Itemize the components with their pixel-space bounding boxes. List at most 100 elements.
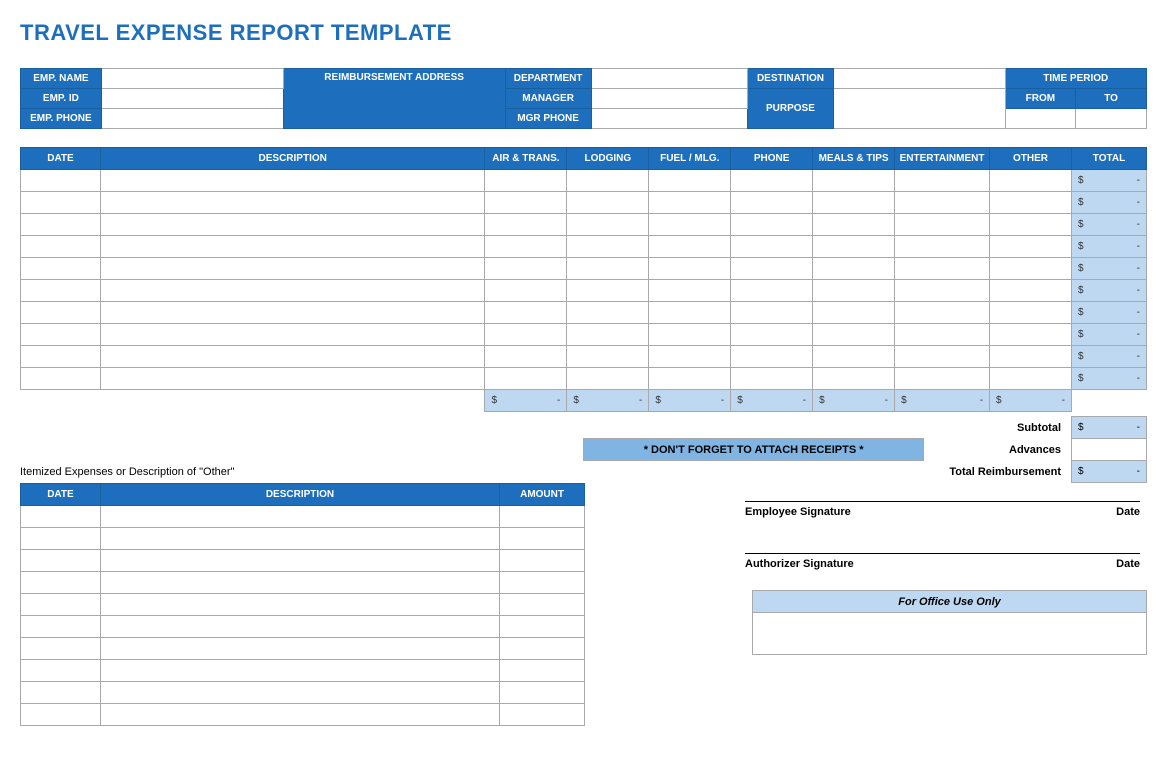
itemized-cell[interactable] (100, 704, 499, 726)
expense-cell[interactable] (21, 192, 101, 214)
expense-cell[interactable] (990, 302, 1072, 324)
expense-cell[interactable] (649, 346, 731, 368)
expense-cell[interactable] (485, 280, 567, 302)
expense-cell[interactable] (813, 280, 895, 302)
expense-cell[interactable] (485, 214, 567, 236)
expense-cell[interactable] (895, 280, 990, 302)
expense-cell[interactable] (567, 236, 649, 258)
expense-cell[interactable] (731, 258, 813, 280)
itemized-cell[interactable] (100, 616, 499, 638)
expense-cell[interactable] (990, 236, 1072, 258)
itemized-cell[interactable] (21, 506, 101, 528)
expense-cell[interactable] (21, 368, 101, 390)
expense-cell[interactable] (895, 302, 990, 324)
expense-cell[interactable] (731, 170, 813, 192)
expense-cell[interactable] (21, 302, 101, 324)
itemized-cell[interactable] (21, 594, 101, 616)
expense-cell[interactable] (990, 368, 1072, 390)
expense-cell[interactable] (100, 214, 485, 236)
itemized-cell[interactable] (500, 506, 585, 528)
advances-input[interactable] (1072, 439, 1147, 461)
expense-cell[interactable] (567, 280, 649, 302)
mgr-phone-input[interactable] (591, 109, 748, 129)
itemized-cell[interactable] (21, 528, 101, 550)
manager-input[interactable] (591, 89, 748, 109)
expense-cell[interactable] (731, 368, 813, 390)
expense-cell[interactable] (21, 236, 101, 258)
expense-cell[interactable] (990, 258, 1072, 280)
expense-cell[interactable] (731, 324, 813, 346)
expense-cell[interactable] (567, 368, 649, 390)
expense-cell[interactable] (567, 192, 649, 214)
expense-cell[interactable] (649, 170, 731, 192)
expense-cell[interactable] (21, 170, 101, 192)
expense-cell[interactable] (649, 280, 731, 302)
expense-cell[interactable] (895, 170, 990, 192)
expense-cell[interactable] (990, 324, 1072, 346)
expense-cell[interactable] (100, 170, 485, 192)
expense-cell[interactable] (485, 346, 567, 368)
expense-cell[interactable] (649, 236, 731, 258)
expense-cell[interactable] (731, 214, 813, 236)
itemized-cell[interactable] (500, 682, 585, 704)
expense-cell[interactable] (895, 368, 990, 390)
itemized-cell[interactable] (500, 660, 585, 682)
itemized-cell[interactable] (21, 704, 101, 726)
expense-cell[interactable] (813, 214, 895, 236)
emp-name-input[interactable] (101, 69, 283, 89)
itemized-cell[interactable] (500, 594, 585, 616)
itemized-cell[interactable] (21, 550, 101, 572)
department-input[interactable] (591, 69, 748, 89)
expense-cell[interactable] (21, 258, 101, 280)
expense-cell[interactable] (649, 324, 731, 346)
expense-cell[interactable] (813, 192, 895, 214)
expense-cell[interactable] (485, 192, 567, 214)
expense-cell[interactable] (895, 236, 990, 258)
office-use-body[interactable] (753, 613, 1147, 655)
expense-cell[interactable] (100, 236, 485, 258)
itemized-cell[interactable] (100, 660, 499, 682)
itemized-cell[interactable] (500, 704, 585, 726)
itemized-cell[interactable] (100, 550, 499, 572)
itemized-cell[interactable] (21, 572, 101, 594)
expense-cell[interactable] (100, 368, 485, 390)
expense-cell[interactable] (21, 346, 101, 368)
expense-cell[interactable] (100, 302, 485, 324)
expense-cell[interactable] (649, 368, 731, 390)
expense-cell[interactable] (567, 170, 649, 192)
purpose-input[interactable] (833, 89, 1005, 129)
itemized-cell[interactable] (500, 572, 585, 594)
expense-cell[interactable] (100, 346, 485, 368)
expense-cell[interactable] (731, 302, 813, 324)
expense-cell[interactable] (485, 258, 567, 280)
expense-cell[interactable] (895, 192, 990, 214)
expense-cell[interactable] (990, 346, 1072, 368)
expense-cell[interactable] (649, 214, 731, 236)
expense-cell[interactable] (813, 368, 895, 390)
expense-cell[interactable] (895, 346, 990, 368)
expense-cell[interactable] (731, 192, 813, 214)
expense-cell[interactable] (990, 280, 1072, 302)
to-input[interactable] (1076, 109, 1147, 129)
expense-cell[interactable] (567, 214, 649, 236)
expense-cell[interactable] (990, 170, 1072, 192)
itemized-cell[interactable] (100, 506, 499, 528)
expense-cell[interactable] (21, 324, 101, 346)
itemized-cell[interactable] (100, 682, 499, 704)
expense-cell[interactable] (731, 236, 813, 258)
expense-cell[interactable] (567, 346, 649, 368)
expense-cell[interactable] (813, 346, 895, 368)
itemized-cell[interactable] (500, 638, 585, 660)
expense-cell[interactable] (567, 258, 649, 280)
expense-cell[interactable] (485, 302, 567, 324)
itemized-cell[interactable] (500, 550, 585, 572)
expense-cell[interactable] (567, 302, 649, 324)
expense-cell[interactable] (895, 324, 990, 346)
expense-cell[interactable] (485, 170, 567, 192)
expense-cell[interactable] (100, 324, 485, 346)
expense-cell[interactable] (813, 302, 895, 324)
expense-cell[interactable] (731, 346, 813, 368)
emp-phone-input[interactable] (101, 109, 283, 129)
expense-cell[interactable] (895, 214, 990, 236)
emp-id-input[interactable] (101, 89, 283, 109)
